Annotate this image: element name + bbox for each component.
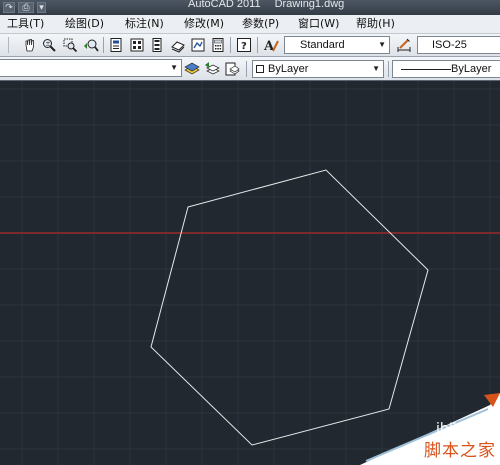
watermark-url: jb51.net <box>435 421 494 437</box>
toolbar-separator <box>246 61 247 77</box>
properties-toolbar: ▼ ByLayer ▼ ByLayer <box>0 57 500 81</box>
dimension-style-select[interactable]: ISO-25 <box>417 36 500 54</box>
zoom-realtime-icon[interactable]: ± <box>41 37 57 53</box>
zoom-previous-icon[interactable] <box>83 37 99 53</box>
svg-text:?: ? <box>241 41 247 52</box>
color-swatch <box>256 65 264 73</box>
linetype-select[interactable]: ByLayer <box>392 60 500 78</box>
document-title: Drawing1.dwg <box>274 0 345 10</box>
standard-toolbar: ± ? A Standard ▼ ISO-25 <box>0 34 500 57</box>
chevron-down-icon: ▼ <box>378 40 386 49</box>
toolbar-grip <box>8 37 9 53</box>
text-style-value: Standard <box>300 39 345 51</box>
watermark: jb51.net 脚本之家 <box>360 393 500 465</box>
text-style-select[interactable]: Standard ▼ <box>284 36 390 54</box>
quick-access-dropdown-icon[interactable]: ▾ <box>37 2 46 13</box>
menu-dimension[interactable]: 标注(N) <box>125 17 164 31</box>
chevron-down-icon: ▼ <box>170 63 178 72</box>
quick-access-toolbar: ↷ ⎙ ▾ <box>0 0 46 15</box>
redo-icon[interactable]: ↷ <box>3 2 15 13</box>
linetype-sample <box>401 69 451 70</box>
make-object-layer-current-icon[interactable] <box>184 61 200 77</box>
layer-select[interactable]: ▼ <box>0 59 182 77</box>
dimension-style-value: ISO-25 <box>432 39 467 51</box>
properties-icon[interactable] <box>108 37 124 53</box>
sheet-set-manager-icon[interactable] <box>170 37 186 53</box>
quick-calc-icon[interactable] <box>210 37 226 53</box>
linetype-value: ByLayer <box>451 63 492 75</box>
menu-tools[interactable]: 工具(T) <box>7 17 44 31</box>
drawing-canvas[interactable]: jb51.net 脚本之家 <box>0 81 500 465</box>
toolbar-separator <box>230 37 231 53</box>
menu-modify[interactable]: 修改(M) <box>184 17 224 31</box>
color-select[interactable]: ByLayer ▼ <box>252 60 384 78</box>
toolbar-separator <box>257 37 258 53</box>
menu-help[interactable]: 帮助(H) <box>356 17 395 31</box>
tool-palettes-icon[interactable] <box>149 37 165 53</box>
dimension-style-icon[interactable] <box>396 37 412 53</box>
chevron-down-icon: ▼ <box>372 64 380 73</box>
text-style-icon[interactable]: A <box>263 37 279 53</box>
zoom-window-icon[interactable] <box>62 37 78 53</box>
plot-icon[interactable]: ⎙ <box>18 2 34 13</box>
watermark-name: 脚本之家 <box>424 441 496 461</box>
help-icon[interactable]: ? <box>236 37 252 53</box>
toolbar-separator <box>103 37 104 53</box>
toolbar-separator <box>388 61 389 77</box>
pan-icon[interactable] <box>22 37 38 53</box>
menu-draw[interactable]: 绘图(D) <box>65 17 104 31</box>
svg-text:±: ± <box>46 41 51 48</box>
markup-set-manager-icon[interactable] <box>190 37 206 53</box>
menu-bar: 工具(T) 绘图(D) 标注(N) 修改(M) 参数(P) 窗口(W) 帮助(H… <box>0 15 500 34</box>
title-bar: ↷ ⎙ ▾ AutoCAD 2011 Drawing1.dwg <box>0 0 500 15</box>
color-value: ByLayer <box>268 63 309 75</box>
app-title: AutoCAD 2011 <box>188 0 261 10</box>
layer-previous-icon[interactable] <box>204 61 220 77</box>
window-title: AutoCAD 2011 Drawing1.dwg <box>188 0 344 10</box>
menu-window[interactable]: 窗口(W) <box>298 17 339 31</box>
menu-parametric[interactable]: 参数(P) <box>242 17 279 31</box>
design-center-icon[interactable] <box>129 37 145 53</box>
layer-states-icon[interactable] <box>224 61 240 77</box>
